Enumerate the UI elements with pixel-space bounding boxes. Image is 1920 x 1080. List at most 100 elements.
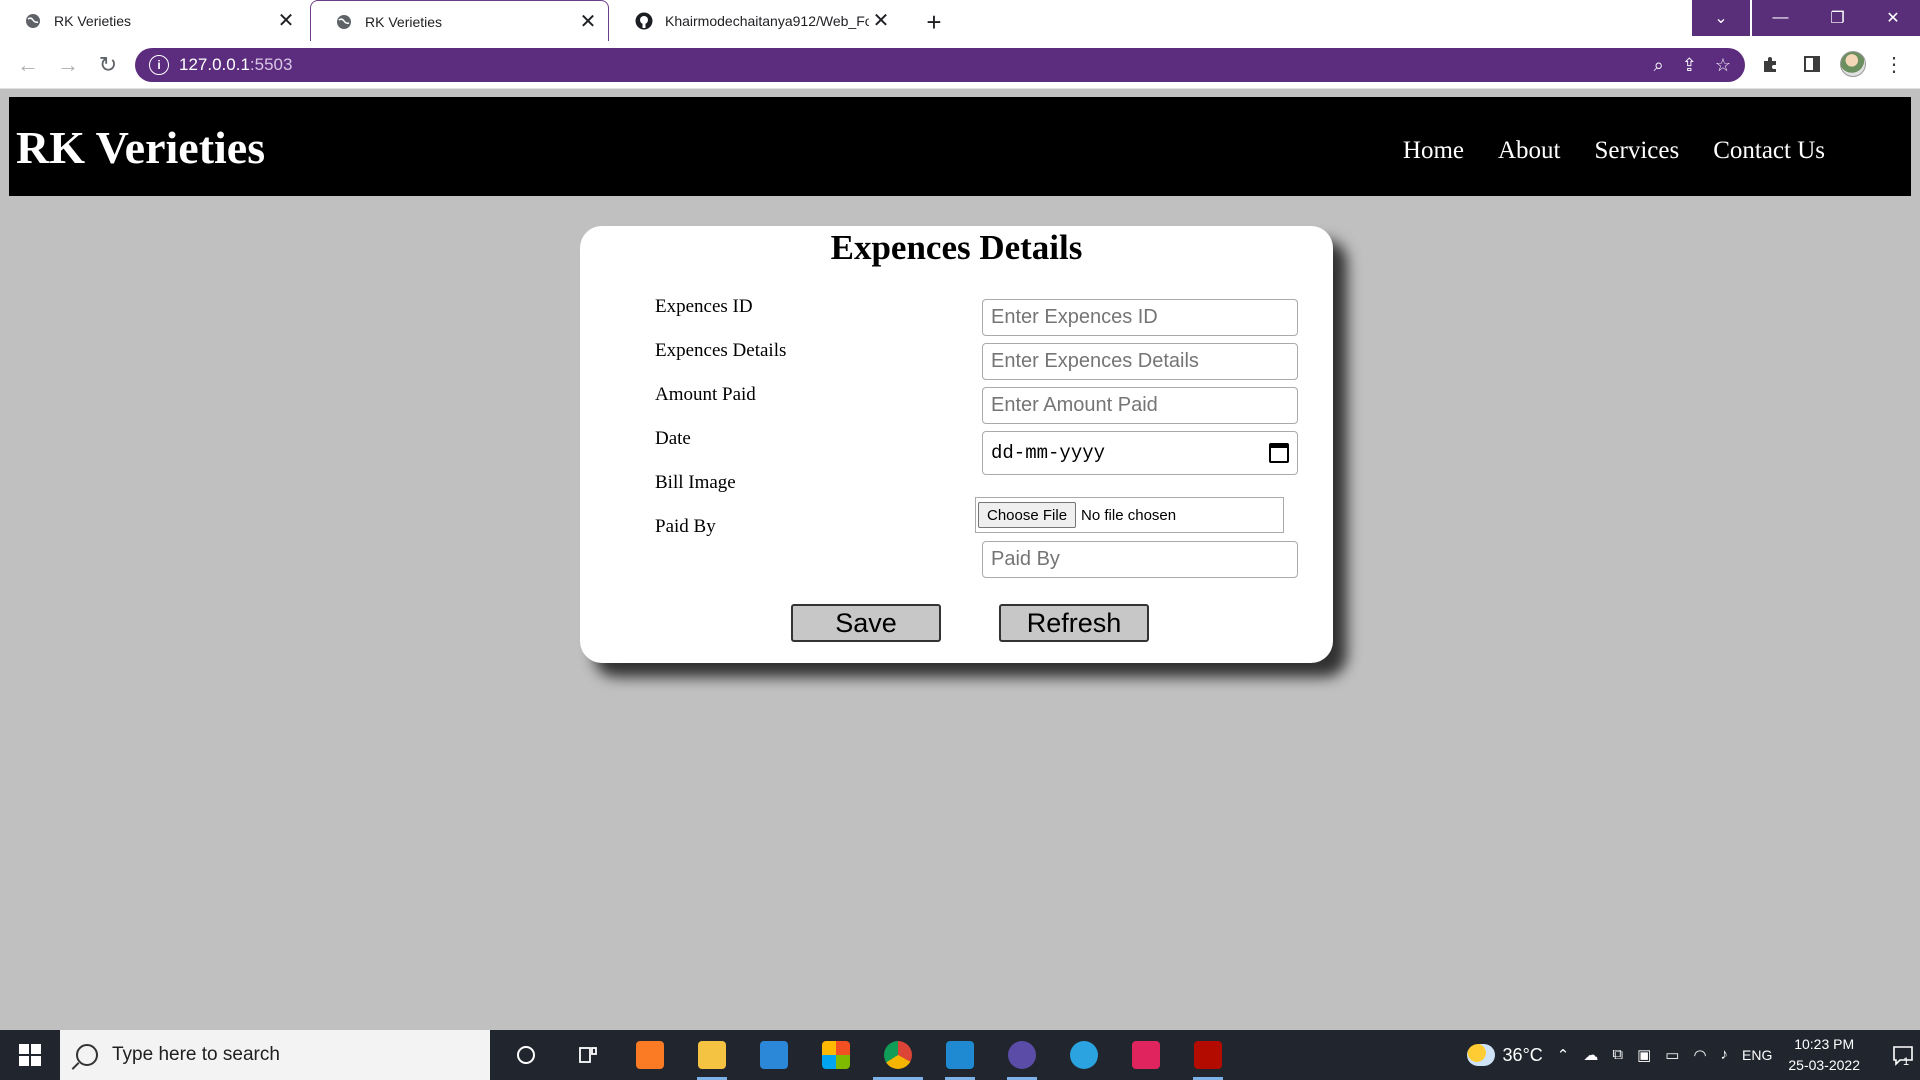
expenses-form-card: Expences Details Expences ID Expences De… xyxy=(580,226,1333,663)
site-nav: Home About Services Contact Us xyxy=(1403,137,1825,165)
search-icon xyxy=(76,1044,98,1066)
close-window-button[interactable]: ✕ xyxy=(1866,0,1920,36)
label-date: Date xyxy=(655,428,691,449)
show-hidden-icons-chevron-icon[interactable]: ⌃ xyxy=(1557,1046,1570,1064)
mail-icon[interactable] xyxy=(743,1030,805,1080)
calendar-icon[interactable] xyxy=(1269,443,1289,463)
display-icon[interactable]: ▣ xyxy=(1637,1046,1651,1064)
new-tab-button[interactable]: + xyxy=(920,7,948,37)
chrome-icon[interactable] xyxy=(867,1030,929,1080)
zoom-icon[interactable]: ⌕ xyxy=(1654,55,1664,76)
tab-title: Khairmodechaitanya912/Web_Fo xyxy=(665,12,869,29)
telegram-icon[interactable] xyxy=(1053,1030,1115,1080)
nav-link-home[interactable]: Home xyxy=(1403,137,1464,165)
reload-icon[interactable]: ↻ xyxy=(94,51,122,79)
browser-tab-2-active[interactable]: RK Verieties ✕ xyxy=(310,0,609,42)
windows-logo-icon xyxy=(19,1044,41,1066)
taskbar-apps xyxy=(495,1030,1239,1080)
cortana-icon[interactable] xyxy=(495,1030,557,1080)
xampp-icon[interactable] xyxy=(619,1030,681,1080)
profile-avatar[interactable] xyxy=(1840,51,1866,77)
vscode-icon[interactable] xyxy=(929,1030,991,1080)
task-view-icon[interactable] xyxy=(557,1030,619,1080)
nav-link-services[interactable]: Services xyxy=(1595,137,1680,165)
globe-icon xyxy=(24,12,42,30)
site-brand: RK Verieties xyxy=(16,122,266,173)
tray-icons: ⌃ ☁ ⧉ ▣ ▭ ◠ ♪ xyxy=(1557,1046,1728,1064)
close-tab-icon[interactable]: ✕ xyxy=(869,9,893,33)
url-port: :5503 xyxy=(249,55,293,74)
address-bar[interactable]: i 127.0.0.1:5503 ⌕ ⇪ ☆ xyxy=(135,48,1745,82)
search-placeholder: Type here to search xyxy=(112,1044,280,1065)
start-button[interactable] xyxy=(0,1030,60,1080)
windows-taskbar: Type here to search 36°C ⌃ ☁ ⧉ ▣ ▭ ◠ ♪ E… xyxy=(0,1030,1920,1080)
weather-widget[interactable]: 36°C xyxy=(1466,1044,1543,1066)
label-amount-paid: Amount Paid xyxy=(655,384,756,405)
expences-id-input[interactable] xyxy=(991,306,1289,329)
tab-strip: RK Verieties ✕ RK Verieties ✕ Khairmodec… xyxy=(0,0,1920,42)
meet-now-icon[interactable]: ⧉ xyxy=(1612,1046,1623,1064)
back-arrow-icon[interactable]: ← xyxy=(14,51,42,79)
microsoft-store-icon[interactable] xyxy=(805,1030,867,1080)
clock-date: 25-03-2022 xyxy=(1788,1057,1860,1073)
paid-by-input[interactable] xyxy=(991,548,1289,571)
onedrive-cloud-icon[interactable]: ☁ xyxy=(1583,1046,1598,1064)
save-button[interactable]: Save xyxy=(791,604,941,642)
close-tab-icon[interactable]: ✕ xyxy=(274,9,298,33)
label-expences-details: Expences Details xyxy=(655,340,787,361)
date-input[interactable]: dd-mm-yyyy xyxy=(982,431,1298,475)
bookmark-star-icon[interactable]: ☆ xyxy=(1715,55,1731,76)
paid-by-field xyxy=(982,541,1298,578)
amount-paid-field xyxy=(982,387,1298,424)
expences-id-field xyxy=(982,299,1298,336)
label-expences-id: Expences ID xyxy=(655,296,753,317)
volume-icon[interactable]: ♪ xyxy=(1721,1046,1729,1064)
wifi-icon[interactable]: ◠ xyxy=(1693,1046,1706,1064)
date-placeholder: dd-mm-yyyy xyxy=(991,442,1106,464)
tab-title: RK Verieties xyxy=(54,12,132,29)
app-red-icon[interactable] xyxy=(1115,1030,1177,1080)
browser-toolbar: ← → ↻ i 127.0.0.1:5503 ⌕ ⇪ ☆ ⋮ xyxy=(0,41,1920,89)
forward-arrow-icon[interactable]: → xyxy=(54,51,82,79)
amount-paid-input[interactable] xyxy=(991,394,1289,417)
acrobat-icon[interactable] xyxy=(1177,1030,1239,1080)
label-bill-image: Bill Image xyxy=(655,472,736,493)
partly-cloudy-icon xyxy=(1466,1044,1495,1066)
clock[interactable]: 10:23 PM 25-03-2022 xyxy=(1788,1034,1860,1076)
expences-details-input[interactable] xyxy=(991,350,1289,373)
choose-file-button[interactable]: Choose File xyxy=(978,502,1077,528)
more-menu-icon[interactable]: ⋮ xyxy=(1880,49,1908,79)
form-labels: Expences ID Expences Details Amount Paid… xyxy=(655,296,786,560)
system-tray: 36°C ⌃ ☁ ⧉ ▣ ▭ ◠ ♪ ENG 10:23 PM 25-03-20… xyxy=(1466,1030,1920,1080)
site-info-icon[interactable]: i xyxy=(149,55,169,75)
close-tab-icon[interactable]: ✕ xyxy=(576,10,600,34)
language-indicator[interactable]: ENG xyxy=(1742,1047,1772,1063)
tab-search-chevron-icon[interactable]: ⌄ xyxy=(1692,0,1750,36)
taskbar-search-box[interactable]: Type here to search xyxy=(60,1030,490,1080)
browser-tab-1[interactable]: RK Verieties ✕ xyxy=(0,0,306,41)
label-paid-by: Paid By xyxy=(655,516,716,537)
file-status: No file chosen xyxy=(1081,506,1177,524)
side-panel-icon[interactable] xyxy=(1798,49,1826,79)
file-explorer-icon[interactable] xyxy=(681,1030,743,1080)
notification-count: 1 xyxy=(1902,1056,1910,1068)
form-title: Expences Details xyxy=(830,228,1083,267)
share-icon[interactable]: ⇪ xyxy=(1682,55,1697,76)
site-header: RK Verieties Home About Services Contact… xyxy=(9,97,1911,196)
minimize-button[interactable]: — xyxy=(1752,0,1809,36)
github-icon xyxy=(635,12,653,30)
bill-image-file-input: Choose File No file chosen xyxy=(975,497,1284,533)
nav-link-contact[interactable]: Contact Us xyxy=(1713,137,1825,165)
app-link-icon[interactable] xyxy=(991,1030,1053,1080)
refresh-button[interactable]: Refresh xyxy=(999,604,1149,642)
tab-title: RK Verieties xyxy=(365,13,443,30)
page-viewport: RK Verieties Home About Services Contact… xyxy=(0,90,1920,1030)
notifications-icon[interactable]: 1 xyxy=(1880,1030,1920,1080)
temperature: 36°C xyxy=(1502,1044,1543,1065)
nav-link-about[interactable]: About xyxy=(1498,137,1561,165)
battery-icon[interactable]: ▭ xyxy=(1665,1046,1679,1064)
url-host: 127.0.0.1 xyxy=(179,55,250,74)
extensions-puzzle-icon[interactable] xyxy=(1756,49,1784,79)
browser-tab-3[interactable]: Khairmodechaitanya912/Web_Fo ✕ xyxy=(611,0,901,41)
restore-button[interactable]: ❐ xyxy=(1809,0,1866,36)
